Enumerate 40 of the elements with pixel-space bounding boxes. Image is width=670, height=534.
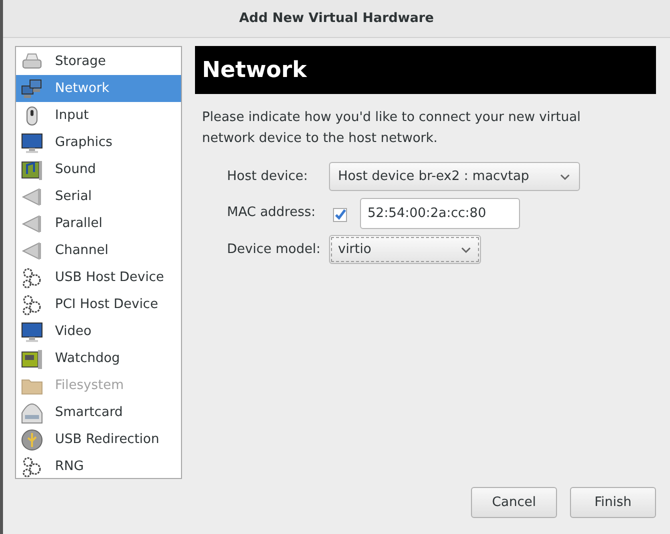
sidebar-item[interactable]: Watchdog (16, 345, 181, 372)
sidebar-item[interactable]: Storage (16, 48, 181, 75)
monitor-icon (21, 132, 43, 154)
sidebar-item[interactable]: Graphics (16, 129, 181, 156)
sidebar-item[interactable]: PCI Host Device (16, 291, 181, 318)
sidebar-item[interactable]: Parallel (16, 210, 181, 237)
usb-icon (21, 428, 43, 450)
connector-icon (21, 212, 43, 234)
sound-card-icon (21, 158, 43, 180)
sidebar-item[interactable]: Sound (16, 156, 181, 183)
caret-icon (559, 172, 571, 180)
field-label: Device model: (227, 240, 322, 259)
checkbox[interactable] (333, 206, 347, 220)
gears-icon (21, 294, 43, 316)
mac-address-field[interactable]: 52:54:00:2a:cc:80 (360, 198, 520, 228)
connector-icon (21, 240, 43, 262)
sidebar-item[interactable]: Input (16, 102, 181, 129)
section-heading: Network (195, 46, 656, 94)
sidebar-item[interactable]: Serial (16, 183, 181, 210)
sidebar-item[interactable]: Channel (16, 237, 181, 264)
caret-icon (460, 246, 472, 254)
dropdown[interactable]: Host device br-ex2 : macvtap (329, 162, 580, 191)
card-reader-icon (21, 402, 43, 424)
field-label: Host device: (227, 168, 309, 186)
monitor-icon (21, 320, 43, 342)
gears-icon (21, 266, 43, 288)
dropdown[interactable]: virtio (329, 235, 481, 264)
sidebar-item[interactable]: USB Redirection (16, 426, 181, 453)
sidebar-item[interactable]: Smartcard (16, 399, 181, 426)
dialog-button[interactable]: Cancel (471, 487, 557, 518)
sidebar-item[interactable]: RNG (16, 453, 181, 480)
sidebar-item[interactable]: Video (16, 318, 181, 345)
window-title: Add New Virtual Hardware (3, 0, 670, 38)
circuit-card-icon (21, 348, 43, 370)
network-icon (21, 78, 43, 100)
field-label: MAC address: (227, 204, 317, 222)
dialog-button[interactable]: Finish (570, 487, 656, 518)
connector-icon (21, 186, 43, 208)
description-text: Please indicate how you'd like to connect your new virtual network device to the host network. (202, 109, 582, 148)
sidebar-item[interactable]: USB Host Device (16, 264, 181, 291)
